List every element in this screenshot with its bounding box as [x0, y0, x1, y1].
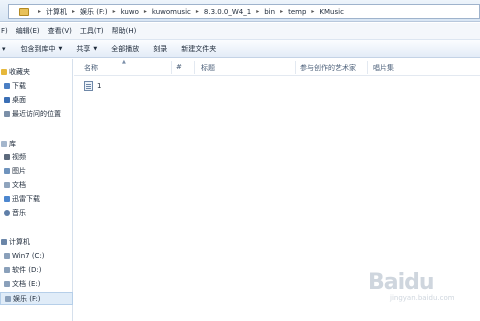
share-label: 共享	[76, 44, 91, 53]
nav-item-music[interactable]: 音乐	[0, 207, 73, 219]
command-bar: ▾ 包含到库中 ▼ 共享 ▼ 全部播放 刻录 新建文件夹	[0, 39, 480, 58]
breadcrumb[interactable]: ▸ 计算机 ▸ 娱乐 (F:) ▸ kuwo ▸ kuwomusic ▸ 8.3.0.0…	[8, 4, 480, 19]
computer-icon	[1, 239, 7, 245]
documents-icon	[4, 182, 10, 188]
drive-icon	[4, 267, 10, 273]
nav-label: Win7 (C:)	[12, 252, 45, 260]
watermark-logo: Baidu	[368, 270, 435, 295]
watermark: Baidu jingyan.baidu.com	[368, 270, 455, 302]
menu-tools[interactable]: 工具(T)	[76, 26, 108, 36]
nav-item-thunder-downloads[interactable]: 迅雷下载	[0, 193, 73, 205]
column-name[interactable]: 名称	[84, 63, 98, 73]
nav-item-documents[interactable]: 文档	[0, 179, 73, 191]
nav-label: 娱乐 (F:)	[13, 294, 41, 303]
breadcrumb-item-bin[interactable]: bin ▸	[264, 8, 288, 16]
column-divider[interactable]	[367, 61, 368, 74]
file-icon	[84, 81, 93, 91]
column-divider[interactable]	[295, 61, 296, 74]
nav-item-drive-f[interactable]: 娱乐 (F:)	[0, 292, 73, 305]
nav-label: 下载	[12, 82, 26, 90]
breadcrumb-item-kuwomusic[interactable]: kuwomusic ▸	[152, 8, 204, 16]
breadcrumb-item-kuwo[interactable]: kuwo ▸	[121, 8, 152, 16]
nav-item-drive-d[interactable]: 软件 (D:)	[0, 264, 73, 276]
nav-label: 计算机	[9, 238, 30, 246]
nav-computer-header[interactable]: 计算机	[0, 236, 73, 248]
sort-ascending-icon: ▲	[122, 59, 126, 65]
star-icon	[1, 69, 7, 75]
nav-label: 软件 (D:)	[12, 266, 42, 274]
breadcrumb-item-drive-f[interactable]: 娱乐 (F:) ▸	[80, 7, 121, 17]
menu-view[interactable]: 查看(V)	[44, 26, 76, 36]
drive-icon	[4, 281, 10, 287]
nav-favorites-header[interactable]: 收藏夹	[0, 66, 73, 78]
column-artists[interactable]: 参与创作的艺术家	[300, 63, 356, 73]
nav-libraries-header[interactable]: 库	[0, 138, 73, 150]
burn-button[interactable]: 刻录	[146, 44, 174, 54]
menu-edit[interactable]: 编辑(E)	[12, 26, 44, 36]
breadcrumb-item-version[interactable]: 8.3.0.0_W4_1 ▸	[204, 8, 264, 16]
column-divider[interactable]	[171, 61, 172, 74]
breadcrumb-separator[interactable]: ▸	[33, 8, 46, 15]
file-name: 1	[97, 82, 102, 90]
navigation-pane: 收藏夹 下载 桌面 最近访问的位置 库 视频 图片 文档 迅雷下载 音乐 计算机	[0, 59, 73, 321]
new-folder-button[interactable]: 新建文件夹	[174, 44, 223, 54]
breadcrumb-item-computer[interactable]: 计算机 ▸	[46, 7, 80, 17]
column-number[interactable]: #	[176, 63, 182, 71]
include-in-library-label: 包含到库中	[20, 44, 56, 53]
drive-icon	[4, 253, 10, 259]
downloads-icon	[4, 83, 10, 89]
pictures-icon	[4, 168, 10, 174]
nav-label: 视频	[12, 153, 26, 161]
nav-item-drive-e[interactable]: 文档 (E:)	[0, 278, 73, 290]
menu-bar: F) 编辑(E) 查看(V) 工具(T) 帮助(H)	[0, 23, 480, 39]
nav-label: 桌面	[12, 96, 26, 104]
share-button[interactable]: 共享 ▼	[69, 44, 104, 54]
chevron-down-icon: ▾	[2, 44, 6, 53]
chevron-down-icon: ▼	[93, 45, 98, 52]
recent-places-icon	[4, 111, 10, 117]
play-all-button[interactable]: 全部播放	[104, 44, 146, 54]
breadcrumb-item-kmusic[interactable]: KMusic	[319, 8, 344, 16]
library-icon	[1, 141, 7, 147]
nav-label: 收藏夹	[9, 68, 30, 76]
nav-item-pictures[interactable]: 图片	[0, 165, 73, 177]
watermark-url: jingyan.baidu.com	[390, 294, 455, 302]
file-row[interactable]: 1	[84, 80, 101, 92]
menu-help[interactable]: 帮助(H)	[108, 26, 141, 36]
desktop-icon	[4, 97, 10, 103]
nav-item-videos[interactable]: 视频	[0, 151, 73, 163]
drive-icon	[5, 295, 11, 302]
videos-icon	[4, 154, 10, 160]
nav-label: 音乐	[12, 209, 26, 217]
breadcrumb-item-temp[interactable]: temp ▸	[288, 8, 319, 16]
folder-icon	[19, 7, 29, 16]
address-bar: ▸ 计算机 ▸ 娱乐 (F:) ▸ kuwo ▸ kuwomusic ▸ 8.3.0.0…	[0, 0, 480, 22]
nav-label: 最近访问的位置	[12, 110, 61, 118]
nav-item-desktop[interactable]: 桌面	[0, 94, 73, 106]
nav-item-drive-c[interactable]: Win7 (C:)	[0, 250, 73, 262]
nav-label: 迅雷下载	[12, 195, 40, 203]
chevron-down-icon: ▼	[58, 45, 63, 52]
nav-label: 图片	[12, 167, 26, 175]
nav-item-recent-places[interactable]: 最近访问的位置	[0, 108, 73, 120]
column-divider[interactable]	[194, 61, 195, 74]
organize-button[interactable]: ▾	[0, 45, 14, 53]
nav-label: 文档	[12, 181, 26, 189]
column-album[interactable]: 唱片集	[373, 63, 394, 73]
music-icon	[4, 210, 10, 216]
nav-label: 文档 (E:)	[12, 280, 41, 288]
column-title[interactable]: 标题	[201, 63, 215, 73]
nav-label: 库	[9, 140, 16, 148]
column-header: ▲ 名称 # 标题 参与创作的艺术家 唱片集	[74, 59, 480, 76]
include-in-library-button[interactable]: 包含到库中 ▼	[14, 44, 70, 54]
menu-file[interactable]: F)	[0, 27, 12, 35]
nav-item-downloads[interactable]: 下载	[0, 80, 73, 92]
thunder-downloads-icon	[4, 196, 10, 202]
